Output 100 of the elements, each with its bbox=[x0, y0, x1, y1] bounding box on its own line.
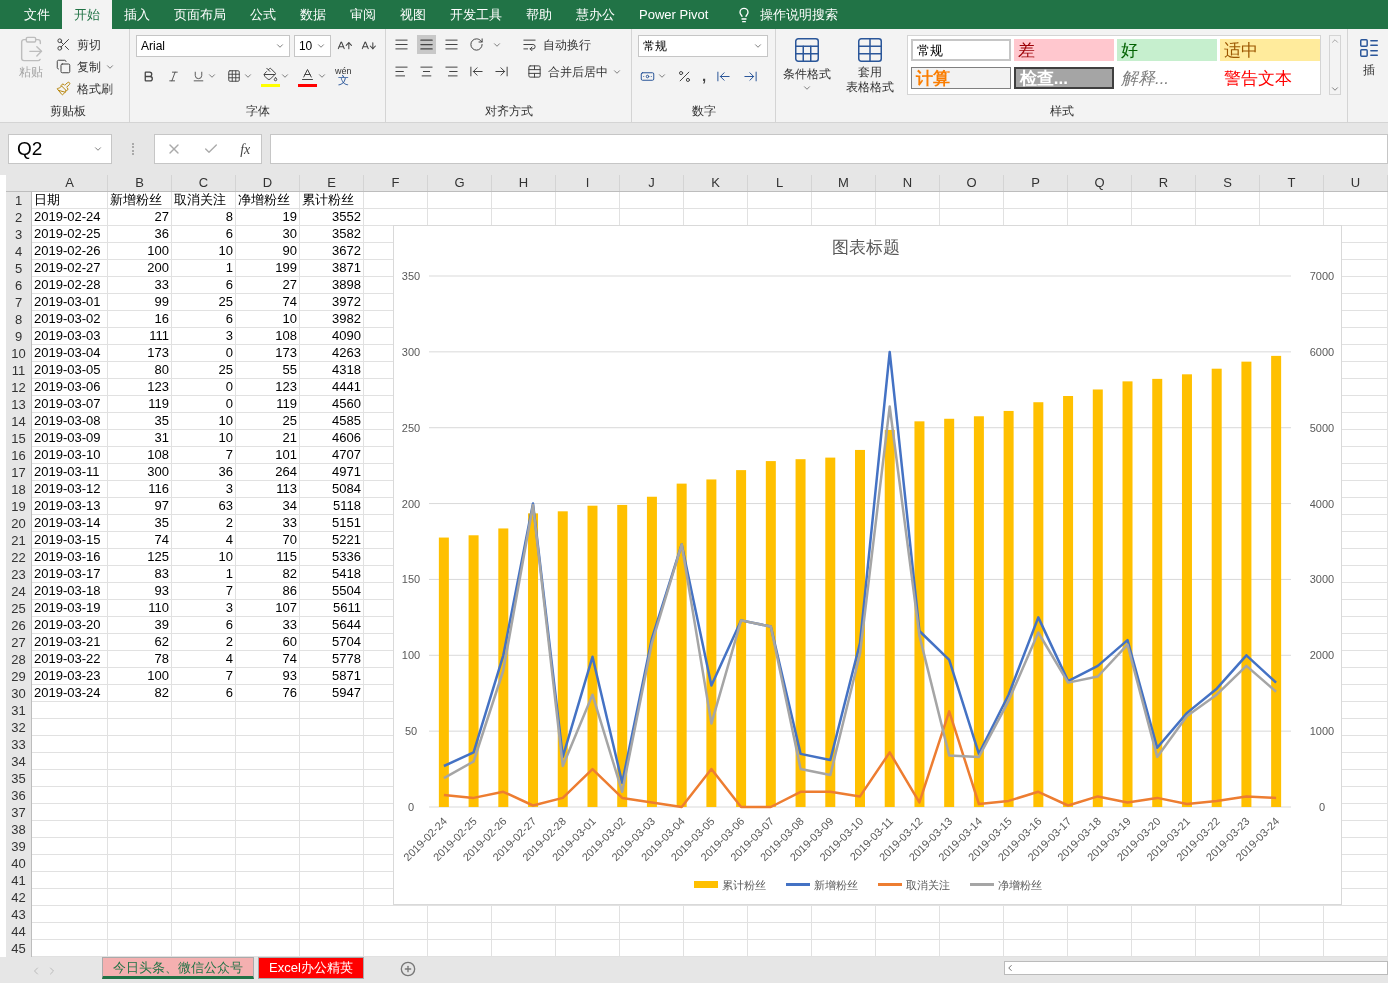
table-format-button[interactable]: 套用 表格格式 bbox=[840, 35, 899, 95]
row-header[interactable]: 2 bbox=[6, 209, 32, 226]
insert-function-button[interactable]: fx bbox=[240, 138, 251, 160]
row-header[interactable]: 1 bbox=[6, 192, 32, 209]
row-header[interactable]: 13 bbox=[6, 396, 32, 413]
row-header[interactable]: 29 bbox=[6, 668, 32, 685]
row-header[interactable]: 34 bbox=[6, 753, 32, 770]
row-header[interactable]: 31 bbox=[6, 702, 32, 719]
ribbon-tab[interactable]: 页面布局 bbox=[162, 0, 238, 29]
row-header[interactable]: 23 bbox=[6, 566, 32, 583]
row-header[interactable]: 32 bbox=[6, 719, 32, 736]
row-header[interactable]: 36 bbox=[6, 787, 32, 804]
row-header[interactable]: 9 bbox=[6, 328, 32, 345]
row-header[interactable]: 15 bbox=[6, 430, 32, 447]
cell-style[interactable]: 好 bbox=[1116, 39, 1217, 61]
formula-input[interactable] bbox=[270, 134, 1388, 164]
row-header[interactable]: 14 bbox=[6, 413, 32, 430]
add-sheet-icon[interactable] bbox=[399, 961, 416, 977]
row-header[interactable]: 33 bbox=[6, 736, 32, 753]
row-header[interactable]: 3 bbox=[6, 226, 32, 243]
column-header[interactable]: O bbox=[940, 175, 1004, 191]
row-header[interactable]: 45 bbox=[6, 940, 32, 957]
column-header[interactable]: R bbox=[1132, 175, 1196, 191]
column-header[interactable]: G bbox=[428, 175, 492, 191]
row-header[interactable]: 17 bbox=[6, 464, 32, 481]
ribbon-tab[interactable]: 帮助 bbox=[514, 0, 564, 29]
row-header[interactable]: 18 bbox=[6, 481, 32, 498]
row-header[interactable]: 39 bbox=[6, 838, 32, 855]
sheet-tab[interactable]: Excel办公精英 bbox=[258, 957, 364, 979]
row-header[interactable]: 7 bbox=[6, 294, 32, 311]
ribbon-tab[interactable]: 公式 bbox=[238, 0, 288, 29]
row-header[interactable]: 26 bbox=[6, 617, 32, 634]
font-name-field[interactable]: Arial bbox=[136, 35, 290, 57]
tell-me-field[interactable]: 操作说明搜索 bbox=[760, 4, 839, 25]
column-header[interactable]: L bbox=[748, 175, 812, 191]
copy-button[interactable]: 复制 bbox=[54, 57, 115, 76]
column-header[interactable]: U bbox=[1324, 175, 1388, 191]
column-header[interactable]: D bbox=[236, 175, 300, 191]
column-header[interactable]: F bbox=[364, 175, 428, 191]
row-header[interactable]: 12 bbox=[6, 379, 32, 396]
phonetic-button[interactable]: wén 文 bbox=[335, 67, 352, 85]
cell-style[interactable]: 差 bbox=[1013, 39, 1114, 61]
row-header[interactable]: 41 bbox=[6, 872, 32, 889]
row-header[interactable]: 10 bbox=[6, 345, 32, 362]
row-header[interactable]: 43 bbox=[6, 906, 32, 923]
column-header[interactable]: E bbox=[300, 175, 364, 191]
row-header[interactable]: 40 bbox=[6, 855, 32, 872]
row-header[interactable]: 44 bbox=[6, 923, 32, 940]
number-format-field[interactable]: 常规 bbox=[638, 35, 768, 57]
row-header[interactable]: 27 bbox=[6, 634, 32, 651]
format-painter-button[interactable]: 格式刷 bbox=[54, 79, 115, 98]
column-header[interactable]: H bbox=[492, 175, 556, 191]
row-header[interactable]: 11 bbox=[6, 362, 32, 379]
row-header[interactable]: 4 bbox=[6, 243, 32, 260]
row-header[interactable]: 20 bbox=[6, 515, 32, 532]
row-header[interactable]: 21 bbox=[6, 532, 32, 549]
row-header[interactable]: 22 bbox=[6, 549, 32, 566]
column-header[interactable]: Q bbox=[1068, 175, 1132, 191]
row-header[interactable]: 24 bbox=[6, 583, 32, 600]
column-header[interactable]: I bbox=[556, 175, 620, 191]
column-header[interactable]: S bbox=[1196, 175, 1260, 191]
row-header[interactable]: 16 bbox=[6, 447, 32, 464]
ribbon-tab[interactable]: 审阅 bbox=[338, 0, 388, 29]
column-header[interactable]: B bbox=[108, 175, 172, 191]
row-header[interactable]: 5 bbox=[6, 260, 32, 277]
row-header[interactable]: 35 bbox=[6, 770, 32, 787]
column-header[interactable]: C bbox=[172, 175, 236, 191]
cut-button[interactable]: 剪切 bbox=[54, 35, 115, 54]
row-header[interactable]: 30 bbox=[6, 685, 32, 702]
row-header[interactable]: 42 bbox=[6, 889, 32, 906]
row-header[interactable]: 38 bbox=[6, 821, 32, 838]
ribbon-tab[interactable]: 视图 bbox=[388, 0, 438, 29]
column-header[interactable]: J bbox=[620, 175, 684, 191]
comma-style-button[interactable]: , bbox=[702, 65, 707, 88]
column-header[interactable]: M bbox=[812, 175, 876, 191]
column-header[interactable]: A bbox=[32, 175, 108, 191]
column-header[interactable]: K bbox=[684, 175, 748, 191]
row-header[interactable]: 6 bbox=[6, 277, 32, 294]
row-header[interactable]: 19 bbox=[6, 498, 32, 515]
row-header[interactable]: 8 bbox=[6, 311, 32, 328]
merge-center-button[interactable]: 合并后居中 bbox=[525, 62, 622, 81]
ribbon-tab[interactable]: 插入 bbox=[112, 0, 162, 29]
column-header[interactable]: T bbox=[1260, 175, 1324, 191]
conditional-format-button[interactable]: 条件格式 bbox=[782, 35, 833, 95]
row-header[interactable]: 28 bbox=[6, 651, 32, 668]
wrap-text-button[interactable]: 自动换行 bbox=[520, 35, 591, 54]
column-header[interactable]: N bbox=[876, 175, 940, 191]
row-header[interactable]: 37 bbox=[6, 804, 32, 821]
ribbon-tab[interactable]: 开发工具 bbox=[438, 0, 514, 29]
ribbon-tab[interactable]: 文件 bbox=[12, 0, 62, 29]
ribbon-tab[interactable]: 慧办公 bbox=[564, 0, 627, 29]
ribbon-tab[interactable]: Power Pivot bbox=[627, 0, 721, 29]
cell-style[interactable]: 适中 bbox=[1219, 39, 1320, 61]
name-box[interactable]: Q2 bbox=[8, 134, 112, 164]
ribbon-tab[interactable]: 数据 bbox=[288, 0, 338, 29]
ribbon-tab[interactable]: 开始 bbox=[62, 0, 112, 29]
font-size-field[interactable]: 10 bbox=[293, 35, 332, 57]
column-header[interactable]: P bbox=[1004, 175, 1068, 191]
cell-style[interactable]: 常规 bbox=[910, 39, 1011, 61]
row-header[interactable]: 25 bbox=[6, 600, 32, 617]
